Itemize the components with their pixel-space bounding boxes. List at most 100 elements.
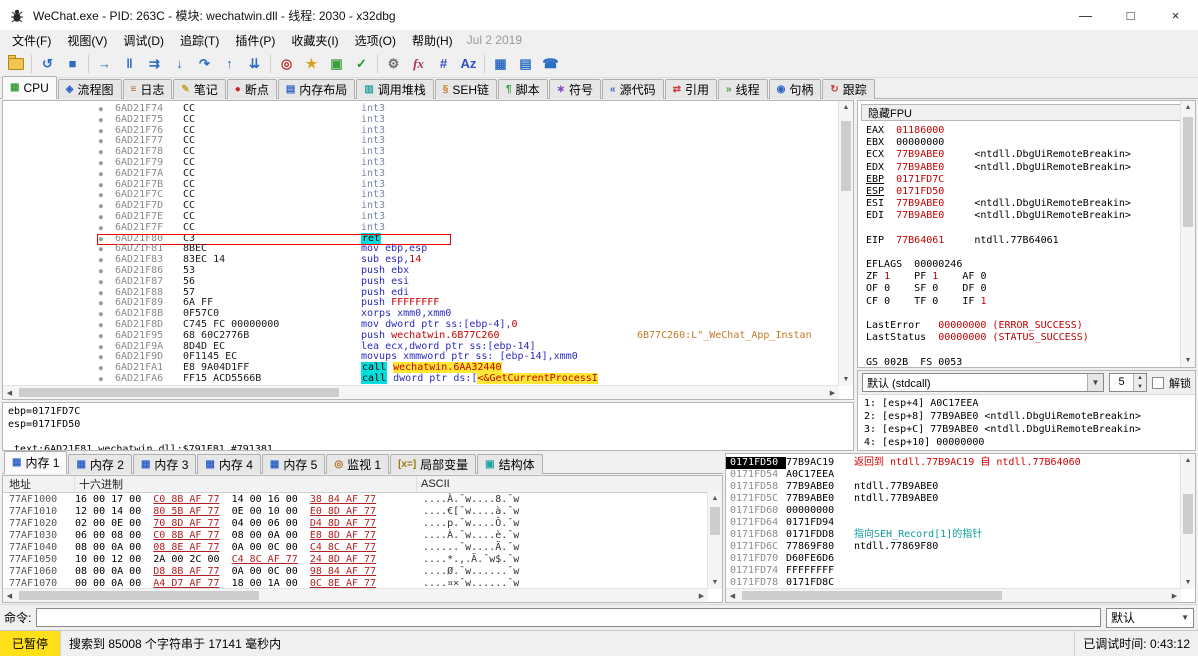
register-line[interactable]: EDI 77B9ABE0 <ntdll.DbgUiRemoteBreakin> xyxy=(866,210,1181,222)
breakpoint-dot[interactable]: ● xyxy=(3,320,115,331)
register-line[interactable]: ESP 0171FD50 xyxy=(866,186,1181,198)
scrollbar-thumb[interactable] xyxy=(710,507,720,535)
breakpoint-dot[interactable]: ● xyxy=(3,266,115,277)
breakpoint-dot[interactable]: ● xyxy=(3,190,115,201)
breakpoint-dot[interactable]: ● xyxy=(3,244,115,255)
tab-流程图[interactable]: ◈流程图 xyxy=(58,79,122,99)
open-file-button[interactable] xyxy=(3,53,28,75)
register-line[interactable]: EAX 01186000 xyxy=(866,125,1181,137)
scroll-down-icon[interactable]: ▼ xyxy=(1181,576,1195,589)
scroll-right-icon[interactable]: ▶ xyxy=(826,386,839,399)
breakpoint-dot[interactable]: ● xyxy=(3,180,115,191)
register-line[interactable]: ZF 1 PF 1 AF 0 xyxy=(866,271,1181,283)
disasm-row[interactable]: ●6AD21FA6FF15 ACD5566Bcall dword ptr ds:… xyxy=(3,374,839,385)
strings-button[interactable]: Az xyxy=(456,53,481,75)
tab-断点[interactable]: ●断点 xyxy=(227,79,277,99)
stack-row[interactable]: 0171FD640171FD94 xyxy=(726,517,1181,529)
tab-句柄[interactable]: ◉句柄 xyxy=(769,79,822,99)
tab-内存 3[interactable]: ▦内存 3 xyxy=(133,454,196,474)
register-line[interactable]: GS 002B FS 0053 xyxy=(866,357,1181,368)
breakpoint-dot[interactable]: ● xyxy=(3,115,115,126)
hide-fpu-button[interactable]: 隐藏FPU xyxy=(861,104,1190,121)
scrollbar-thumb[interactable] xyxy=(19,591,259,600)
tab-内存 5[interactable]: ▦内存 5 xyxy=(262,454,325,474)
tab-符号[interactable]: ∗符号 xyxy=(549,79,601,99)
register-line[interactable]: LastStatus 00000000 (STATUS_SUCCESS) xyxy=(866,332,1181,344)
scroll-down-icon[interactable]: ▼ xyxy=(708,576,722,589)
tab-内存 2[interactable]: ▦内存 2 xyxy=(68,454,131,474)
breakpoint-dot[interactable]: ● xyxy=(3,136,115,147)
dump-row[interactable]: 77AF104008 00 0A 00 08 8E AF 77 0A 00 0C… xyxy=(9,542,708,554)
tab-SEH链[interactable]: §SEH链 xyxy=(435,79,497,99)
step-over-button[interactable]: ↷ xyxy=(192,53,217,75)
scroll-up-icon[interactable]: ▲ xyxy=(839,101,853,114)
dump-row[interactable]: 77AF105010 00 12 00 2A 00 2C 00 C4 8C AF… xyxy=(9,554,708,566)
breakpoint-dot[interactable]: ● xyxy=(3,234,115,245)
tab-调用堆栈[interactable]: ▥调用堆栈 xyxy=(356,79,433,99)
scrollbar-thumb[interactable] xyxy=(742,591,1002,600)
menu-item[interactable]: 追踪(T) xyxy=(172,30,227,50)
dump-row[interactable]: 77AF101012 00 14 00 80 5B AF 77 0E 00 10… xyxy=(9,506,708,518)
register-line[interactable]: OF 0 SF 0 DF 0 xyxy=(866,283,1181,295)
scrollbar-thumb[interactable] xyxy=(1183,117,1193,227)
register-line[interactable] xyxy=(866,247,1181,259)
command-input[interactable] xyxy=(36,608,1101,627)
register-line[interactable]: EBX 00000000 xyxy=(866,137,1181,149)
stack-row[interactable]: 0171FD680171FDD8指向SEH_Record[1]的指针 xyxy=(726,529,1181,541)
scroll-down-icon[interactable]: ▼ xyxy=(839,373,853,386)
stack-row[interactable]: 0171FD5C77B9ABE0ntdll.77B9ABE0 xyxy=(726,493,1181,505)
menu-item[interactable]: 调试(D) xyxy=(115,30,172,50)
scroll-right-icon[interactable]: ▶ xyxy=(1168,589,1181,602)
disasm-row[interactable]: ●6AD21F7ACCint3 xyxy=(3,169,839,180)
assembler-fx-button[interactable]: fx xyxy=(406,53,431,75)
tab-引用[interactable]: ⇄引用 xyxy=(665,79,717,99)
dump-row[interactable]: 77AF106008 00 0A 00 D8 8B AF 77 0A 00 0C… xyxy=(9,566,708,578)
stack-row[interactable]: 0171FD6000000000 xyxy=(726,505,1181,517)
stack-horizontal-scrollbar[interactable]: ◀ ▶ xyxy=(726,588,1181,602)
tab-内存 4[interactable]: ▦内存 4 xyxy=(197,454,260,474)
stack-row[interactable]: 0171FD54A0C17EEA xyxy=(726,469,1181,481)
hash-button[interactable]: # xyxy=(431,53,456,75)
dump-row[interactable]: 77AF100016 00 17 00 C0 8B AF 77 14 00 16… xyxy=(9,494,708,506)
breakpoint-dot[interactable]: ● xyxy=(3,331,115,342)
breakpoint-dot[interactable]: ● xyxy=(3,277,115,288)
register-line[interactable] xyxy=(866,223,1181,235)
tab-跟踪[interactable]: ↻跟踪 xyxy=(822,79,874,99)
favourites-button[interactable]: ★ xyxy=(299,53,324,75)
step-into-button[interactable]: ↓ xyxy=(167,53,192,75)
disasm-row[interactable]: ●6AD21F8756push esi xyxy=(3,277,839,288)
menu-item[interactable]: 文件(F) xyxy=(4,30,59,50)
disasm-horizontal-scrollbar[interactable]: ◀ ▶ xyxy=(3,385,839,399)
close-button[interactable]: × xyxy=(1153,0,1198,30)
tab-源代码[interactable]: «源代码 xyxy=(602,79,664,99)
register-line[interactable] xyxy=(866,308,1181,320)
unlock-checkbox[interactable] xyxy=(1152,377,1164,389)
breakpoint-dot[interactable]: ● xyxy=(3,309,115,320)
tab-监视 1[interactable]: ◎监视 1 xyxy=(326,454,389,474)
disasm-row[interactable]: ●6AD21F75CCint3 xyxy=(3,115,839,126)
tab-脚本[interactable]: ¶脚本 xyxy=(498,79,548,99)
breakpoint-dot[interactable]: ● xyxy=(3,147,115,158)
breakpoint-dot[interactable]: ● xyxy=(3,104,115,115)
dump-row[interactable]: 77AF103006 00 08 00 C0 8B AF 77 08 00 0A… xyxy=(9,530,708,542)
argument-row[interactable]: 2: [esp+8] 77B9ABE0 <ntdll.DbgUiRemoteBr… xyxy=(864,410,1195,423)
scroll-right-icon[interactable]: ▶ xyxy=(695,589,708,602)
tab-线程[interactable]: »线程 xyxy=(718,79,768,99)
register-line[interactable]: EDX 77B9ABE0 <ntdll.DbgUiRemoteBreakin> xyxy=(866,162,1181,174)
menu-item[interactable]: 帮助(H) xyxy=(404,30,461,50)
argument-row[interactable]: 4: [esp+10] 00000000 xyxy=(864,436,1195,449)
register-line[interactable]: ECX 77B9ABE0 <ntdll.DbgUiRemoteBreakin> xyxy=(866,149,1181,161)
memory-map-button[interactable]: ▦ xyxy=(488,53,513,75)
stop-button[interactable]: ■ xyxy=(60,53,85,75)
menu-item[interactable]: 选项(O) xyxy=(347,30,404,50)
stack-row[interactable]: 0171FD5877B9ABE0ntdll.77B9ABE0 xyxy=(726,481,1181,493)
registers-scrollbar[interactable]: ▲ ▼ xyxy=(1180,101,1195,367)
calling-convention-select[interactable]: 默认 (stdcall) ▼ xyxy=(862,373,1104,392)
argument-row[interactable]: 1: [esp+4] A0C17EEA xyxy=(864,397,1195,410)
breakpoint-dot[interactable]: ● xyxy=(3,298,115,309)
scroll-left-icon[interactable]: ◀ xyxy=(726,589,739,602)
command-script-dropdown[interactable]: 默认 ▼ xyxy=(1106,608,1194,628)
register-line[interactable]: LastError 00000000 (ERROR_SUCCESS) xyxy=(866,320,1181,332)
spin-up-icon[interactable]: ▲ xyxy=(1134,374,1146,383)
animate-into-button[interactable]: ⇉ xyxy=(142,53,167,75)
